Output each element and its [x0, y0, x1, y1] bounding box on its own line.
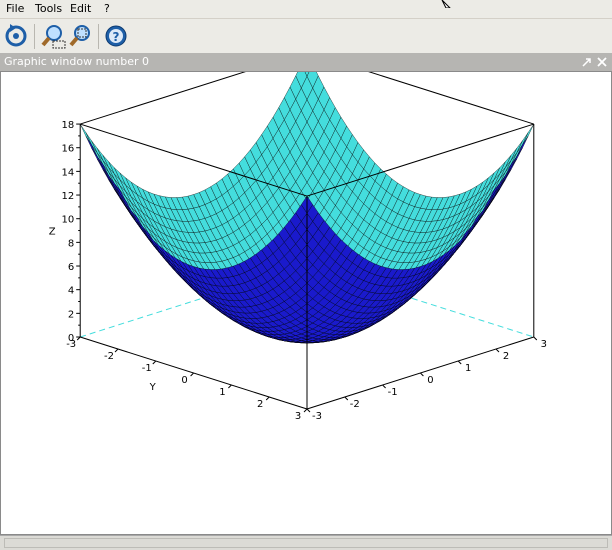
rotate-icon[interactable]	[2, 22, 30, 50]
x-tick	[306, 408, 311, 413]
x-tick-label: 1	[465, 363, 471, 374]
x-tick-label: -1	[388, 387, 398, 398]
z-tick-label: 10	[61, 215, 74, 226]
y-tick	[152, 360, 157, 365]
toolbar-separator	[34, 24, 35, 49]
menu-bar: File Tools Edit ?	[0, 0, 612, 18]
mouse-cursor-icon	[441, 0, 451, 8]
graphic-window-titlebar: Graphic window number 0	[0, 53, 612, 71]
z-tick-label: 18	[61, 120, 74, 131]
graphic-window-title: Graphic window number 0	[4, 55, 149, 68]
z-tick-label: 4	[68, 286, 74, 297]
z-axis-label: Z	[49, 227, 56, 238]
y-tick-label: 3	[295, 411, 301, 422]
x-tick	[420, 372, 424, 377]
x-tick-label: 2	[503, 351, 509, 362]
zoom-out-icon[interactable]	[67, 22, 95, 50]
menu-file[interactable]: File	[6, 2, 24, 16]
help-icon[interactable]: ?	[102, 22, 130, 50]
y-tick-label: 0	[181, 375, 187, 386]
surface-plot: 024681012141618Z-3-2-10123Y-3-2-10123	[49, 72, 547, 422]
y-tick	[265, 396, 270, 401]
status-bar	[0, 535, 612, 550]
menu-tools[interactable]: Tools	[35, 2, 62, 16]
y-tick	[190, 372, 194, 377]
z-tick-label: 8	[68, 238, 74, 249]
y-tick	[303, 408, 308, 413]
z-tick-label: 12	[61, 191, 74, 202]
x-tick-label: 3	[541, 339, 547, 350]
toolbar-separator	[98, 24, 99, 49]
close-icon[interactable]	[595, 55, 609, 69]
z-tick-label: 16	[61, 144, 74, 155]
box-edge	[368, 72, 534, 125]
y-tick-label: 1	[219, 387, 225, 398]
undock-icon[interactable]	[580, 55, 594, 69]
box-edge	[80, 72, 246, 125]
z-tick-label: 2	[68, 309, 74, 320]
x-tick	[344, 396, 349, 401]
y-tick-label: 2	[257, 399, 263, 410]
x-tick-label: -3	[312, 411, 322, 422]
surface-facet	[85, 132, 98, 154]
y-tick-label: -1	[142, 363, 152, 374]
y-tick-label: -2	[104, 351, 114, 362]
x-tick	[495, 348, 500, 353]
menu-help[interactable]: ?	[104, 2, 110, 16]
x-tick	[533, 336, 538, 341]
status-field	[4, 538, 608, 548]
svg-text:?: ?	[113, 30, 120, 44]
graphic-canvas[interactable]: 0 2 4 6 8 10 12 14 16 18 Z -3 -2 -1 0 1 2 3 Y -3 -2 -1 0 1 2 3	[0, 71, 612, 535]
y-tick	[228, 384, 232, 389]
x-tick-label: 0	[427, 375, 433, 386]
x-tick	[382, 384, 386, 389]
surface-facet	[516, 132, 529, 154]
y-axis-label: Y	[149, 382, 157, 393]
x-tick	[457, 360, 462, 365]
z-tick-label: 14	[61, 167, 74, 178]
toolbar: ?	[0, 18, 612, 53]
zoom-in-icon[interactable]	[39, 22, 67, 50]
menu-edit[interactable]: Edit	[70, 2, 91, 16]
z-tick-label: 6	[68, 262, 74, 273]
y-tick-label: -3	[66, 339, 76, 350]
y-tick	[114, 348, 119, 353]
x-tick-label: -2	[350, 399, 360, 410]
